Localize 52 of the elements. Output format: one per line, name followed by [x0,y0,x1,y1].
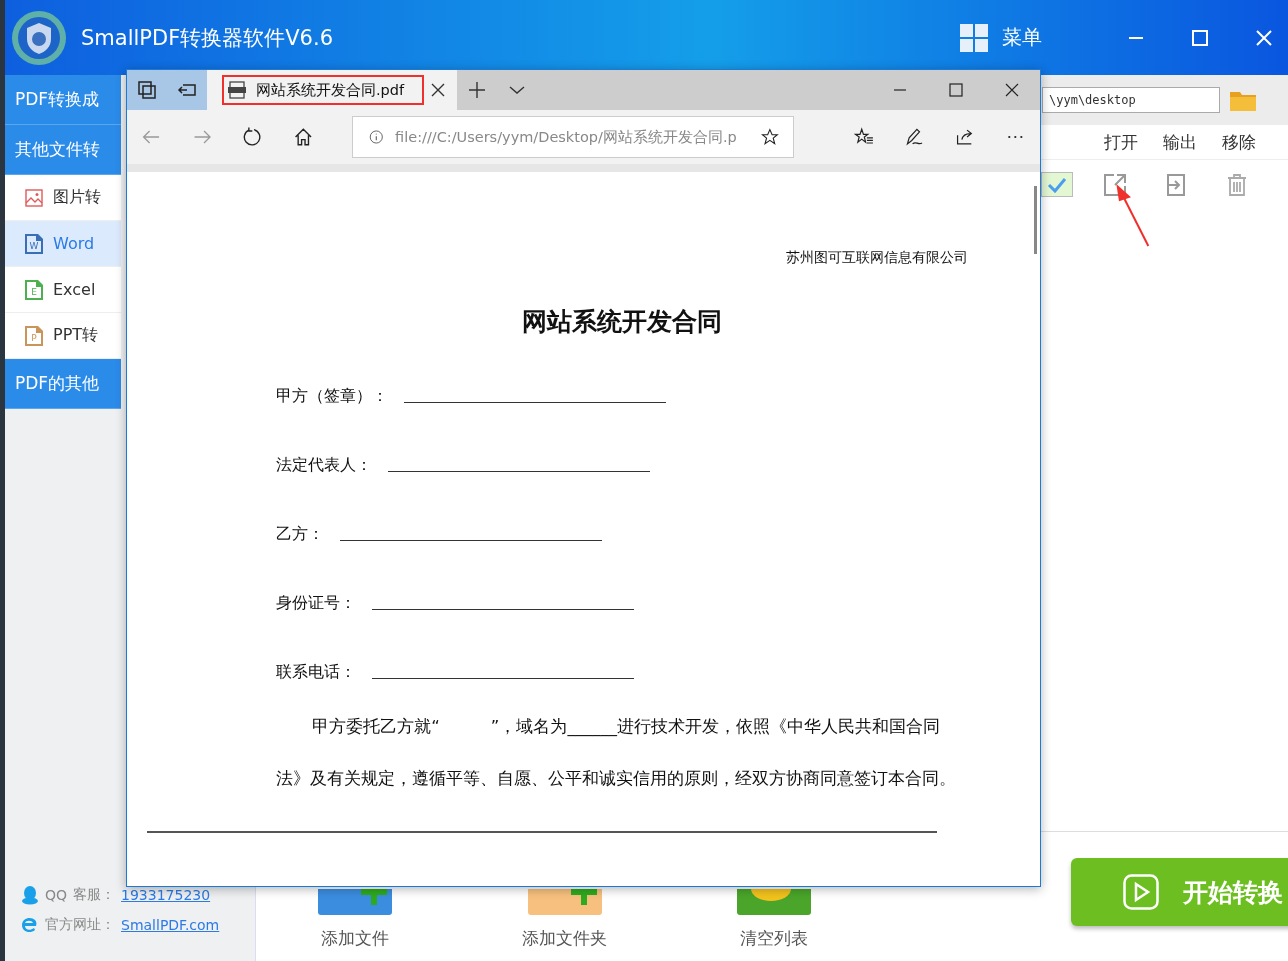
toolbar-button[interactable]: 添加文件 [318,889,392,950]
info-icon [368,128,384,146]
column-header: 输出 [1163,130,1197,154]
field-label: 身份证号： [276,593,356,614]
checkbox[interactable] [1041,172,1073,197]
sidebar-section[interactable]: PDF转换成 [5,75,121,125]
field-label: 法定代表人： [276,455,372,476]
document-icon: E [25,279,43,300]
support-label: 客服： [73,886,116,904]
close-icon[interactable] [1254,27,1274,48]
app-title: SmallPDF转换器软件V6.6 [81,24,333,52]
address-field[interactable]: file:///C:/Users/yym/Desktop/网站系统开发合同.p [351,116,794,158]
start-convert-button[interactable]: 开始转换 [1071,858,1288,926]
grid-icon [960,23,988,52]
qq-label: QQ [45,887,68,903]
new-tab-icon[interactable] [467,80,487,100]
qq-number-link[interactable]: 1933175230 [121,887,211,903]
website-label: 官方网址： [45,916,115,934]
play-icon [1122,874,1159,910]
scrollbar-thumb[interactable] [1034,186,1037,254]
open-external-icon[interactable] [1103,172,1127,197]
browser-e-icon [21,915,39,935]
toolbar-button[interactable]: 添加文件夹 [522,889,607,950]
refresh-icon[interactable] [242,125,263,149]
document-icon: P [25,325,43,346]
sidebar-item[interactable]: E Excel [5,267,121,313]
sidebar-section[interactable]: PDF的其他 [5,359,121,409]
tabs-aside-icon[interactable] [137,80,157,100]
field-label: 联系电话： [276,662,356,683]
sidebar-item[interactable]: W Word [5,221,121,267]
star-icon[interactable] [760,126,779,148]
field-label: 甲方（签章）： [276,386,388,407]
sidebar-section[interactable]: 其他文件转 [5,125,121,175]
document-icon: W [25,233,43,254]
browser-tab[interactable]: 网站系统开发合同.pdf [222,75,424,105]
add-icon [527,889,602,915]
website-link[interactable]: SmallPDF.com [121,917,220,933]
add-icon [318,889,392,915]
column-header: 移除 [1222,130,1256,154]
check-icon [1047,176,1067,193]
maximize-icon[interactable] [946,80,966,100]
column-header: 打开 [1104,130,1138,154]
maximize-icon[interactable] [1190,27,1210,48]
contract-paragraph: 甲方委托乙方就“ ”，域名为______进行技术开发，依照《中华人民共和国合同法》及有关规定，遵循平等、自愿、公平和诚实信用的原则，经双方协商同意签订本合同。 [276,716,957,790]
company-name: 苏州图可互联网信息有限公司 [785,249,968,267]
shield-logo-icon [11,9,67,66]
field-label: 乙方： [276,524,324,545]
document-title: 网站系统开发合同 [521,306,723,338]
image-icon [25,187,43,208]
output-path-field[interactable]: \yym\desktop [1042,87,1220,113]
export-icon[interactable] [1164,172,1188,197]
menu-button[interactable]: 菜单 [960,23,1042,52]
